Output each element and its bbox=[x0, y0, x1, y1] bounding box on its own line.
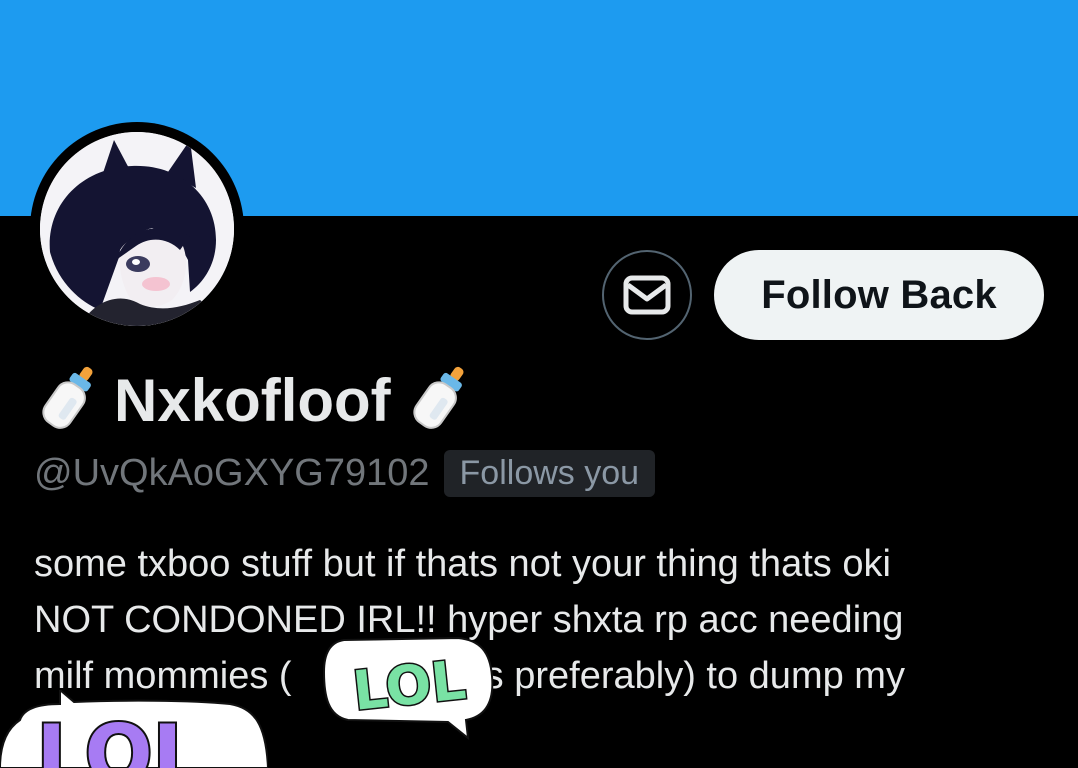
avatar-image bbox=[40, 132, 234, 326]
baby-bottle-icon bbox=[413, 366, 464, 429]
handle-row: @UvQkAoGXYG79102 Follows you bbox=[34, 450, 656, 497]
profile-bio: some txboo stuff but if thats not your t… bbox=[34, 536, 1044, 704]
lol-sticker-text: LOL bbox=[36, 708, 203, 768]
follows-you-badge: Follows you bbox=[443, 450, 656, 497]
mail-icon bbox=[623, 275, 671, 315]
bio-line: NOT CONDONED IRL!! hyper shxta rp acc ne… bbox=[34, 599, 904, 641]
baby-bottle-icon bbox=[42, 366, 93, 429]
user-handle: @UvQkAoGXYG79102 bbox=[34, 452, 430, 494]
display-name-row: Nxkofloof bbox=[34, 360, 471, 440]
display-name: Nxkofloof bbox=[114, 366, 391, 434]
bio-line-part: es preferably) to dump my bbox=[463, 655, 905, 697]
lol-sticker: LOL bbox=[322, 636, 494, 740]
lol-sticker: LOL bbox=[0, 690, 268, 768]
lol-sticker-text: LOL bbox=[350, 648, 469, 722]
avatar[interactable] bbox=[40, 132, 234, 326]
bio-line: some txboo stuff but if thats not your t… bbox=[34, 543, 891, 585]
follow-back-button[interactable]: Follow Back bbox=[714, 250, 1044, 340]
message-button[interactable] bbox=[602, 250, 692, 340]
